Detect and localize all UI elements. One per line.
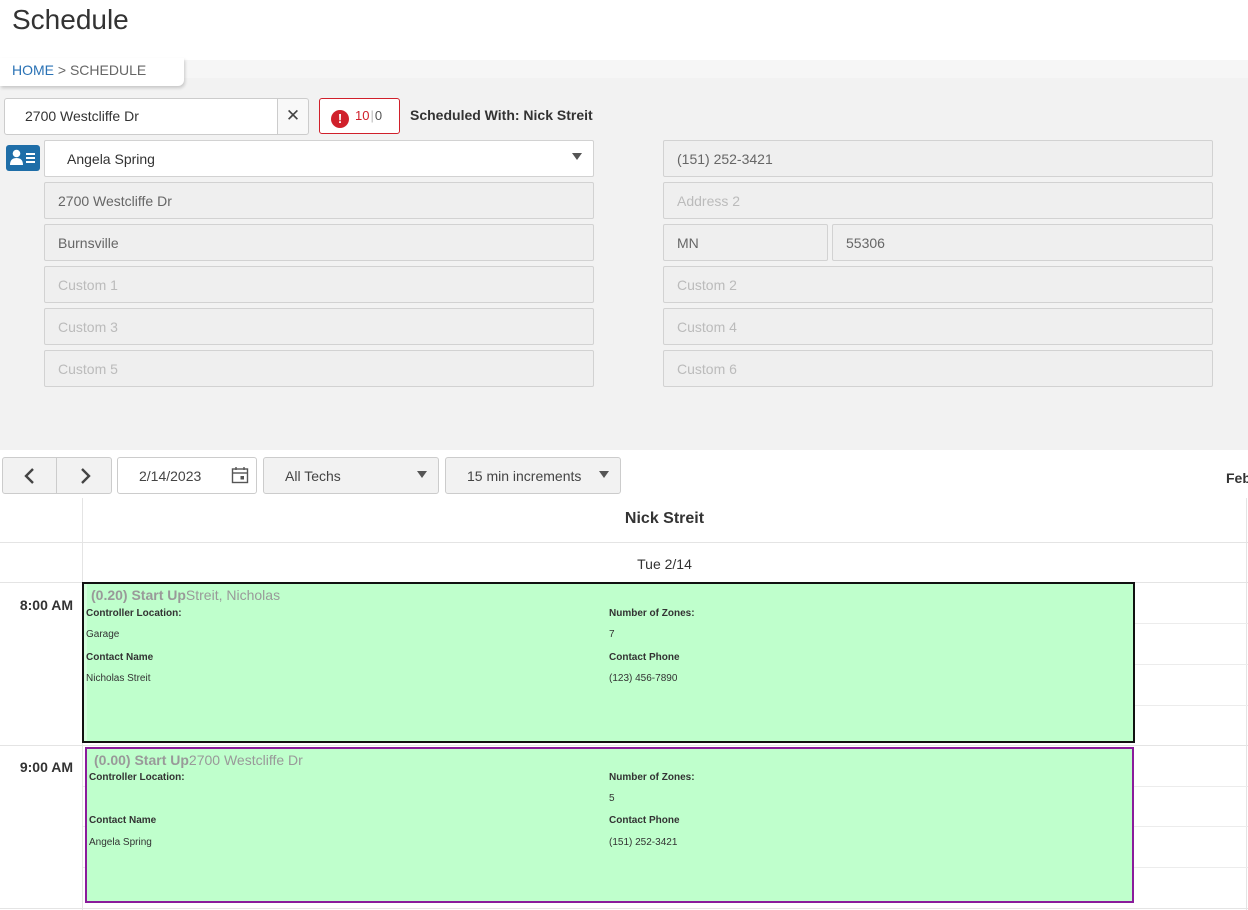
- alert-count-primary: 10: [355, 108, 370, 123]
- clear-search-button[interactable]: ✕: [277, 98, 309, 135]
- number-of-zones-value: 5: [609, 793, 615, 804]
- month-label: Feb: [1226, 470, 1248, 486]
- phone-field[interactable]: (151) 252-3421: [663, 140, 1213, 177]
- contact-phone-label: Contact Phone: [609, 815, 680, 826]
- number-of-zones-label: Number of Zones:: [609, 608, 695, 619]
- header-strip: [184, 60, 1248, 78]
- techs-dropdown[interactable]: All Techs: [263, 457, 439, 494]
- chevron-down-icon: [572, 153, 582, 160]
- contact-phone-value: (123) 456-7890: [609, 673, 678, 684]
- breadcrumb-separator: >: [57, 62, 67, 78]
- grid-line: [0, 745, 1248, 746]
- date-value: 2/14/2023: [139, 468, 202, 484]
- day-column-header: Tue 2/14: [637, 556, 692, 572]
- address-search-input[interactable]: 2700 Westcliffe Dr: [4, 98, 278, 135]
- chevron-down-icon: [417, 471, 427, 478]
- city-field[interactable]: Burnsville: [44, 224, 594, 261]
- contact-name-value: Nicholas Streit: [86, 673, 151, 684]
- appointment-card[interactable]: (0.00) Start Up2700 Westcliffe Dr Contro…: [85, 747, 1134, 903]
- address2-field[interactable]: Address 2: [663, 182, 1213, 219]
- contact-name-value: Angela Spring: [89, 837, 152, 848]
- controller-location-label: Controller Location:: [86, 608, 182, 619]
- tech-column-header: Nick Streit: [624, 510, 705, 527]
- contact-name-label: Contact Name: [86, 652, 154, 663]
- appointment-priority: (0.00) Start Up: [94, 752, 189, 768]
- state-field[interactable]: MN: [663, 224, 828, 261]
- appointment-priority: (0.20) Start Up: [91, 587, 186, 603]
- exclamation-icon: !: [331, 110, 349, 128]
- date-nav-group: [2, 457, 112, 494]
- custom5-field[interactable]: Custom 5: [44, 350, 594, 387]
- alert-count-secondary: 0: [374, 108, 383, 123]
- contact-card-icon: [10, 149, 35, 165]
- techs-value: All Techs: [285, 468, 341, 484]
- page-title: Schedule: [12, 4, 129, 35]
- time-label: 9:00 AM: [19, 759, 73, 775]
- grid-line: [0, 908, 1248, 909]
- contact-name-label: Contact Name: [89, 815, 157, 826]
- chevron-left-icon: [24, 468, 34, 484]
- calendar-right-border: [1246, 498, 1247, 910]
- controller-location-value: Garage: [86, 629, 120, 640]
- schedule-calendar: Nick Streit Tue 2/14 8:00 AM 9:00 AM (0.…: [0, 498, 1248, 910]
- chevron-right-icon: [81, 468, 91, 484]
- increment-dropdown[interactable]: 15 min increments: [445, 457, 621, 494]
- appointment-title: (0.00) Start Up2700 Westcliffe Dr: [94, 752, 303, 768]
- appointment-card[interactable]: (0.20) Start UpStreit, Nicholas Controll…: [82, 582, 1135, 743]
- custom1-field[interactable]: Custom 1: [44, 266, 594, 303]
- controller-location-label: Controller Location:: [89, 772, 185, 783]
- date-input[interactable]: 2/14/2023: [117, 457, 257, 494]
- increment-value: 15 min increments: [467, 468, 582, 484]
- breadcrumb: HOME > SCHEDULE: [0, 58, 184, 86]
- custom6-field[interactable]: Custom 6: [663, 350, 1213, 387]
- alert-count-divider: |: [370, 108, 374, 123]
- breadcrumb-home-link[interactable]: HOME: [12, 62, 54, 78]
- appointment-subtitle: 2700 Westcliffe Dr: [188, 752, 303, 768]
- customer-name-select[interactable]: Angela Spring: [44, 140, 594, 177]
- contact-phone-label: Contact Phone: [609, 652, 680, 663]
- prev-day-button[interactable]: [3, 458, 57, 493]
- custom4-field[interactable]: Custom 4: [663, 308, 1213, 345]
- time-label: 8:00 AM: [19, 597, 73, 613]
- next-day-button[interactable]: [58, 458, 112, 493]
- custom2-field[interactable]: Custom 2: [663, 266, 1213, 303]
- scheduled-with-label: Scheduled With: Nick Streit: [410, 107, 593, 123]
- chevron-down-icon: [599, 471, 609, 478]
- grid-line: [0, 542, 1248, 543]
- contact-phone-value: (151) 252-3421: [609, 837, 678, 848]
- calendar-icon[interactable]: [231, 466, 249, 484]
- number-of-zones-value: 7: [609, 629, 615, 640]
- zip-field[interactable]: 55306: [832, 224, 1213, 261]
- customer-name-value: Angela Spring: [67, 151, 155, 167]
- contact-card-button[interactable]: [6, 145, 40, 171]
- appointment-title: (0.20) Start UpStreit, Nicholas: [91, 587, 280, 603]
- number-of-zones-label: Number of Zones:: [609, 772, 695, 783]
- alert-count-badge[interactable]: ! 10|0: [319, 98, 400, 134]
- close-icon: ✕: [285, 106, 301, 125]
- address1-field[interactable]: 2700 Westcliffe Dr: [44, 182, 594, 219]
- appointment-subtitle: Streit, Nicholas: [185, 587, 281, 603]
- custom3-field[interactable]: Custom 3: [44, 308, 594, 345]
- breadcrumb-current: SCHEDULE: [69, 62, 147, 78]
